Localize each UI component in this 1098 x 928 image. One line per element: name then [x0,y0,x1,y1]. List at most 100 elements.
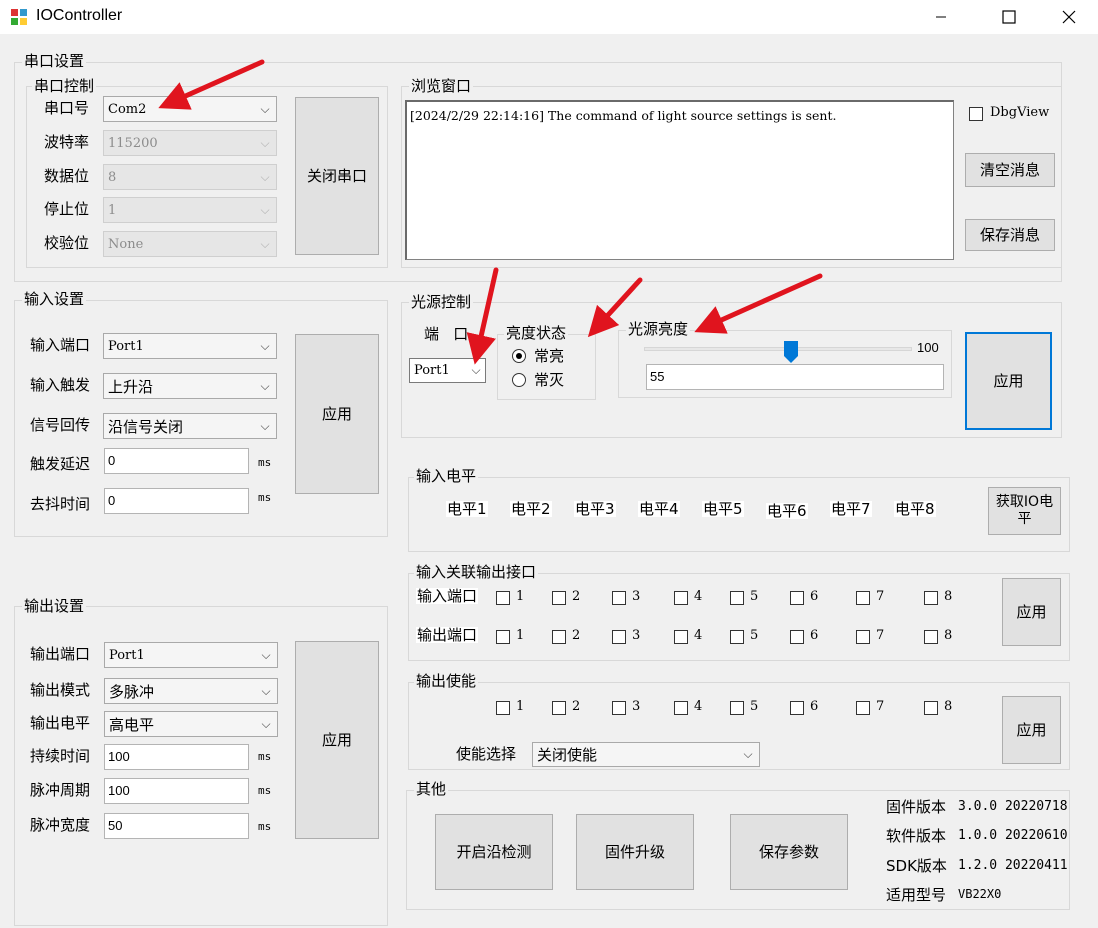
other-title: 其他 [414,780,449,798]
assoc-input-checkbox-label: 3 [632,589,641,604]
log-textarea[interactable]: [2024/2/29 22:14:16] The command of ligh… [405,100,954,260]
assoc-input-checkbox-label: 8 [944,589,953,604]
output-enable-checkbox-label: 8 [944,699,953,714]
input-trigger-label: 输入触发 [30,376,91,394]
assoc-output-checkbox-4[interactable] [674,630,688,644]
assoc-output-checkbox-label: 2 [572,628,581,643]
enable-select-label: 使能选择 [456,745,517,763]
maximize-button[interactable] [986,0,1032,34]
close-port-button[interactable]: 关闭串口 [295,97,379,255]
brightness-value-input[interactable]: 55 [646,364,944,390]
output-enable-checkbox-7[interactable] [856,701,870,715]
assoc-apply-button[interactable]: 应用 [1002,578,1061,646]
output-enable-checkbox-4[interactable] [674,701,688,715]
output-enable-checkbox-5[interactable] [730,701,744,715]
baud-select[interactable]: 115200 ⌵ [103,130,277,156]
assoc-input-checkbox-label: 2 [572,589,581,604]
input-port-select[interactable]: Port1 ⌵ [103,333,277,359]
output-level-label: 输出电平 [30,714,91,732]
assoc-output-checkbox-6[interactable] [790,630,804,644]
output-enable-checkbox-label: 5 [750,699,759,714]
output-enable-checkbox-label: 2 [572,699,581,714]
level-3-indicator: 电平3 [574,500,616,518]
input-level-title: 输入电平 [414,467,479,485]
assoc-input-checkbox-3[interactable] [612,591,626,605]
output-apply-button[interactable]: 应用 [295,641,379,839]
assoc-input-checkbox-2[interactable] [552,591,566,605]
enable-select[interactable]: 关闭使能 ⌵ [532,742,760,767]
assoc-input-checkbox-7[interactable] [856,591,870,605]
edge-detect-button[interactable]: 开启沿检测 [435,814,553,890]
assoc-output-checkbox-label: 1 [516,628,525,643]
assoc-input-checkbox-label: 7 [876,589,885,604]
databits-select[interactable]: 8 ⌵ [103,164,277,190]
light-port-select[interactable]: Port1 ⌵ [409,358,486,383]
enable-apply-button[interactable]: 应用 [1002,696,1061,764]
duration-label: 持续时间 [30,747,91,765]
signal-feedback-select[interactable]: 沿信号关闭 ⌵ [103,413,277,439]
stopbits-select[interactable]: 1 ⌵ [103,197,277,223]
serial-control-title: 串口控制 [32,77,97,95]
app-icon [10,8,28,26]
always-off-label: 常灭 [534,371,565,389]
pulse-width-label: 脉冲宽度 [30,816,91,834]
get-io-level-button[interactable]: 获取IO电平 [988,487,1061,535]
assoc-input-checkbox-1[interactable] [496,591,510,605]
port-label: 串口号 [44,99,90,117]
light-apply-button[interactable]: 应用 [965,332,1052,430]
chevron-down-icon: ⌵ [261,683,271,698]
always-on-radio[interactable] [512,349,526,363]
output-mode-select[interactable]: 多脉冲 ⌵ [104,678,278,704]
input-apply-button[interactable]: 应用 [295,334,379,494]
pulse-width-input[interactable]: 50 [104,813,249,839]
assoc-output-checkbox-5[interactable] [730,630,744,644]
output-enable-checkbox-8[interactable] [924,701,938,715]
parity-label: 校验位 [44,234,90,252]
trigger-delay-input[interactable]: 0 [104,448,249,474]
firmware-upgrade-button[interactable]: 固件升级 [576,814,694,890]
assoc-output-checkbox-7[interactable] [856,630,870,644]
chevron-down-icon: ⌵ [260,338,270,353]
debounce-input[interactable]: 0 [104,488,249,514]
assoc-output-checkbox-2[interactable] [552,630,566,644]
output-enable-checkbox-label: 3 [632,699,641,714]
brightness-slider-track[interactable] [644,347,912,351]
assoc-input-checkbox-6[interactable] [790,591,804,605]
assoc-output-checkbox-1[interactable] [496,630,510,644]
output-level-select[interactable]: 高电平 ⌵ [104,711,278,737]
output-enable-checkbox-2[interactable] [552,701,566,715]
assoc-output-checkbox-label: 3 [632,628,641,643]
parity-select[interactable]: None ⌵ [103,231,277,257]
minimize-button[interactable] [918,0,964,34]
chevron-down-icon: ⌵ [260,418,270,433]
pulse-period-input[interactable]: 100 [104,778,249,804]
assoc-input-checkbox-label: 6 [810,589,819,604]
close-window-button[interactable] [1046,0,1092,34]
assoc-output-checkbox-8[interactable] [924,630,938,644]
assoc-output-checkbox-3[interactable] [612,630,626,644]
port-select[interactable]: Com2 ⌵ [103,96,277,122]
assoc-output-port-label: 输出端口 [416,626,479,644]
output-enable-checkbox-1[interactable] [496,701,510,715]
assoc-input-checkbox-4[interactable] [674,591,688,605]
assoc-output-checkbox-label: 5 [750,628,759,643]
databits-label: 数据位 [44,167,90,185]
always-off-radio[interactable] [512,373,526,387]
save-messages-button[interactable]: 保存消息 [965,219,1055,251]
sdk-version-label: SDK版本 [886,857,947,875]
output-port-select[interactable]: Port1 ⌵ [104,642,278,668]
output-enable-checkbox-3[interactable] [612,701,626,715]
dbgview-checkbox[interactable] [969,107,983,121]
input-trigger-select[interactable]: 上升沿 ⌵ [103,373,277,399]
assoc-input-port-label: 输入端口 [416,587,479,605]
chevron-down-icon: ⌵ [260,202,270,217]
save-params-button[interactable]: 保存参数 [730,814,848,890]
duration-input[interactable]: 100 [104,744,249,770]
output-enable-checkbox-6[interactable] [790,701,804,715]
chevron-down-icon: ⌵ [260,378,270,393]
pulse-width-unit: ms [258,820,272,833]
assoc-input-checkbox-5[interactable] [730,591,744,605]
chevron-down-icon: ⌵ [471,363,481,377]
clear-messages-button[interactable]: 清空消息 [965,153,1055,187]
assoc-input-checkbox-8[interactable] [924,591,938,605]
